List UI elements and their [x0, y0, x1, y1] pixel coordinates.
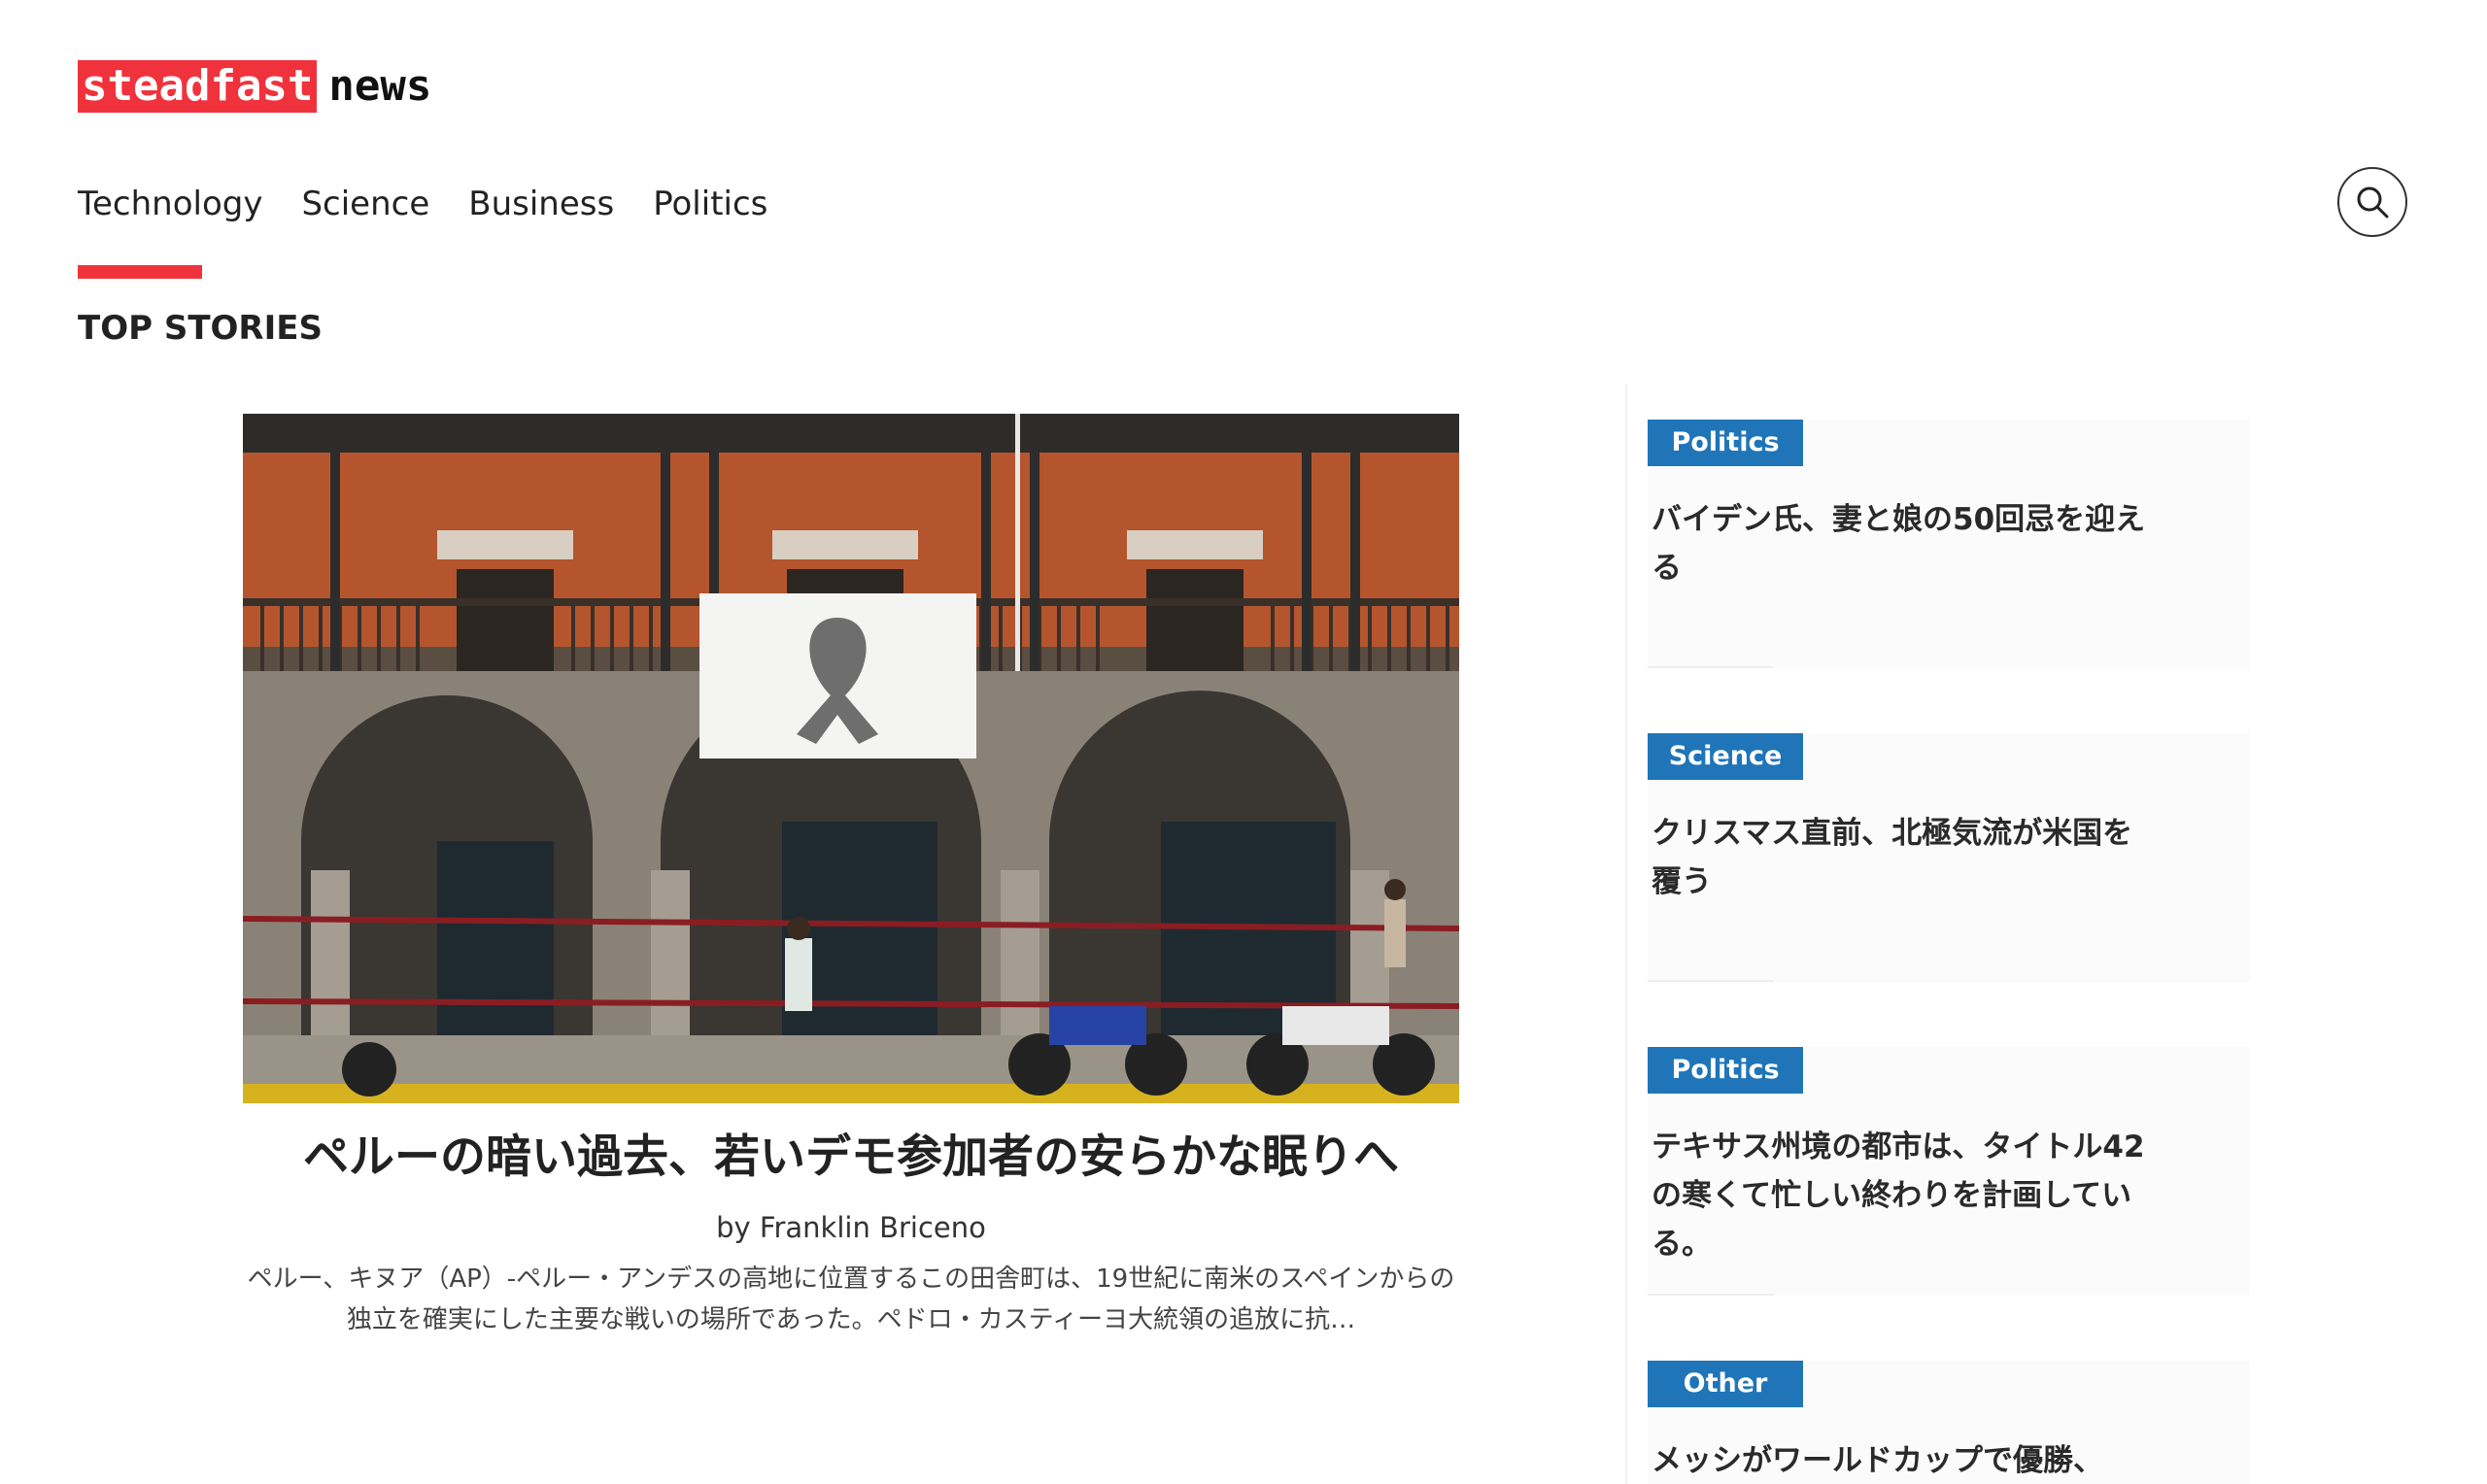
nav-item-business[interactable]: Business: [468, 183, 614, 225]
search-icon: [2357, 186, 2389, 219]
site-logo[interactable]: steadfast news: [78, 60, 431, 113]
section-title: TOP STORIES: [78, 309, 323, 348]
main-story-byline: by Franklin Briceno: [716, 1211, 986, 1244]
main-nav: Technology Science Business Politics: [78, 183, 767, 225]
category-badge[interactable]: Science: [1648, 733, 1803, 780]
sidebar-story-title[interactable]: バイデン氏、妻と娘の50回忌を迎える: [1652, 495, 2157, 592]
sidebar-story-title[interactable]: クリスマス直前、北極気流が米国を覆う: [1652, 809, 2157, 906]
sidebar-story-card[interactable]: Other メッシがワールドカップで優勝、: [1648, 1361, 2250, 1484]
nav-item-politics[interactable]: Politics: [653, 183, 767, 225]
card-divider: [1648, 666, 1774, 668]
logo-highlight: steadfast: [78, 60, 318, 113]
page: steadfast news Technology Science Busine…: [0, 0, 2487, 1484]
category-badge[interactable]: Other: [1648, 1361, 1803, 1407]
card-divider: [1648, 1294, 1774, 1296]
main-story-excerpt: ペルー、キヌア（AP）-ペルー・アンデスの高地に位置するこの田舎町は、19世紀に…: [247, 1265, 1455, 1334]
column-divider: [1625, 385, 1627, 1484]
main-story-image[interactable]: [243, 414, 1459, 1103]
sidebar-story-card[interactable]: Science クリスマス直前、北極気流が米国を覆う: [1648, 733, 2250, 982]
card-divider: [1648, 980, 1774, 982]
category-badge[interactable]: Politics: [1648, 1047, 1803, 1094]
photo-illustration: [243, 414, 1459, 1103]
sidebar-story-title[interactable]: メッシがワールドカップで優勝、: [1652, 1436, 2157, 1484]
search-button[interactable]: [2337, 167, 2407, 237]
main-story-title[interactable]: ペルーの暗い過去、若いデモ参加者の安らかな眠りへ: [243, 1127, 1459, 1189]
category-badge[interactable]: Politics: [1648, 420, 1803, 466]
sidebar-story-card[interactable]: Politics テキサス州境の都市は、タイトル42の寒くて忙しい終わりを計画し…: [1648, 1047, 2250, 1296]
sidebar-story-title[interactable]: テキサス州境の都市は、タイトル42の寒くて忙しい終わりを計画している。: [1652, 1123, 2157, 1268]
section-accent-bar: [78, 265, 202, 279]
nav-item-science[interactable]: Science: [301, 183, 429, 225]
logo-text: news: [328, 61, 432, 111]
nav-item-technology[interactable]: Technology: [78, 183, 262, 225]
sidebar-story-card[interactable]: Politics バイデン氏、妻と娘の50回忌を迎える: [1648, 420, 2250, 668]
